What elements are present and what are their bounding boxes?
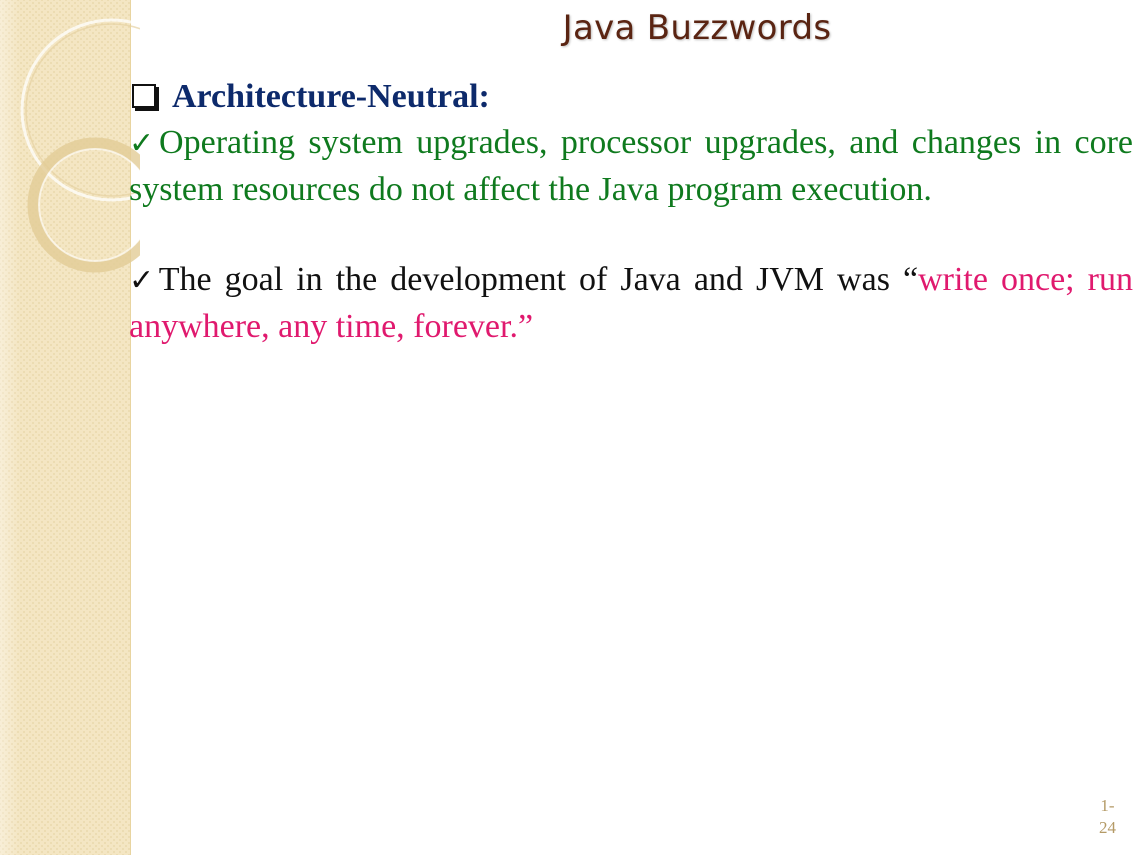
paragraph-text: The goal in the development of Java and …: [158, 261, 919, 298]
page-number-line1: 1-: [1100, 796, 1115, 815]
decorative-side-strip: [0, 0, 131, 855]
slide-title: Java Buzzwords: [562, 8, 832, 48]
check-mark-icon: ✓: [129, 126, 160, 161]
slide: Java Buzzwords Architecture-Neutral: ✓Op…: [0, 0, 1144, 855]
square-checkbox-icon: [132, 84, 156, 108]
slide-content: Architecture-Neutral: ✓Operating system …: [129, 74, 1133, 350]
paragraph-goal: ✓The goal in the development of Java and…: [129, 257, 1133, 350]
section-heading: Architecture-Neutral:: [129, 74, 1133, 120]
page-number: 1- 24: [1099, 795, 1116, 839]
paragraph-text: Operating system upgrades, processor upg…: [129, 124, 1133, 208]
paragraph-os-upgrades: ✓Operating system upgrades, processor up…: [129, 120, 1133, 213]
check-mark-icon: ✓: [129, 263, 159, 298]
page-number-line2: 24: [1099, 818, 1116, 837]
heading-text: Architecture-Neutral:: [172, 78, 490, 115]
